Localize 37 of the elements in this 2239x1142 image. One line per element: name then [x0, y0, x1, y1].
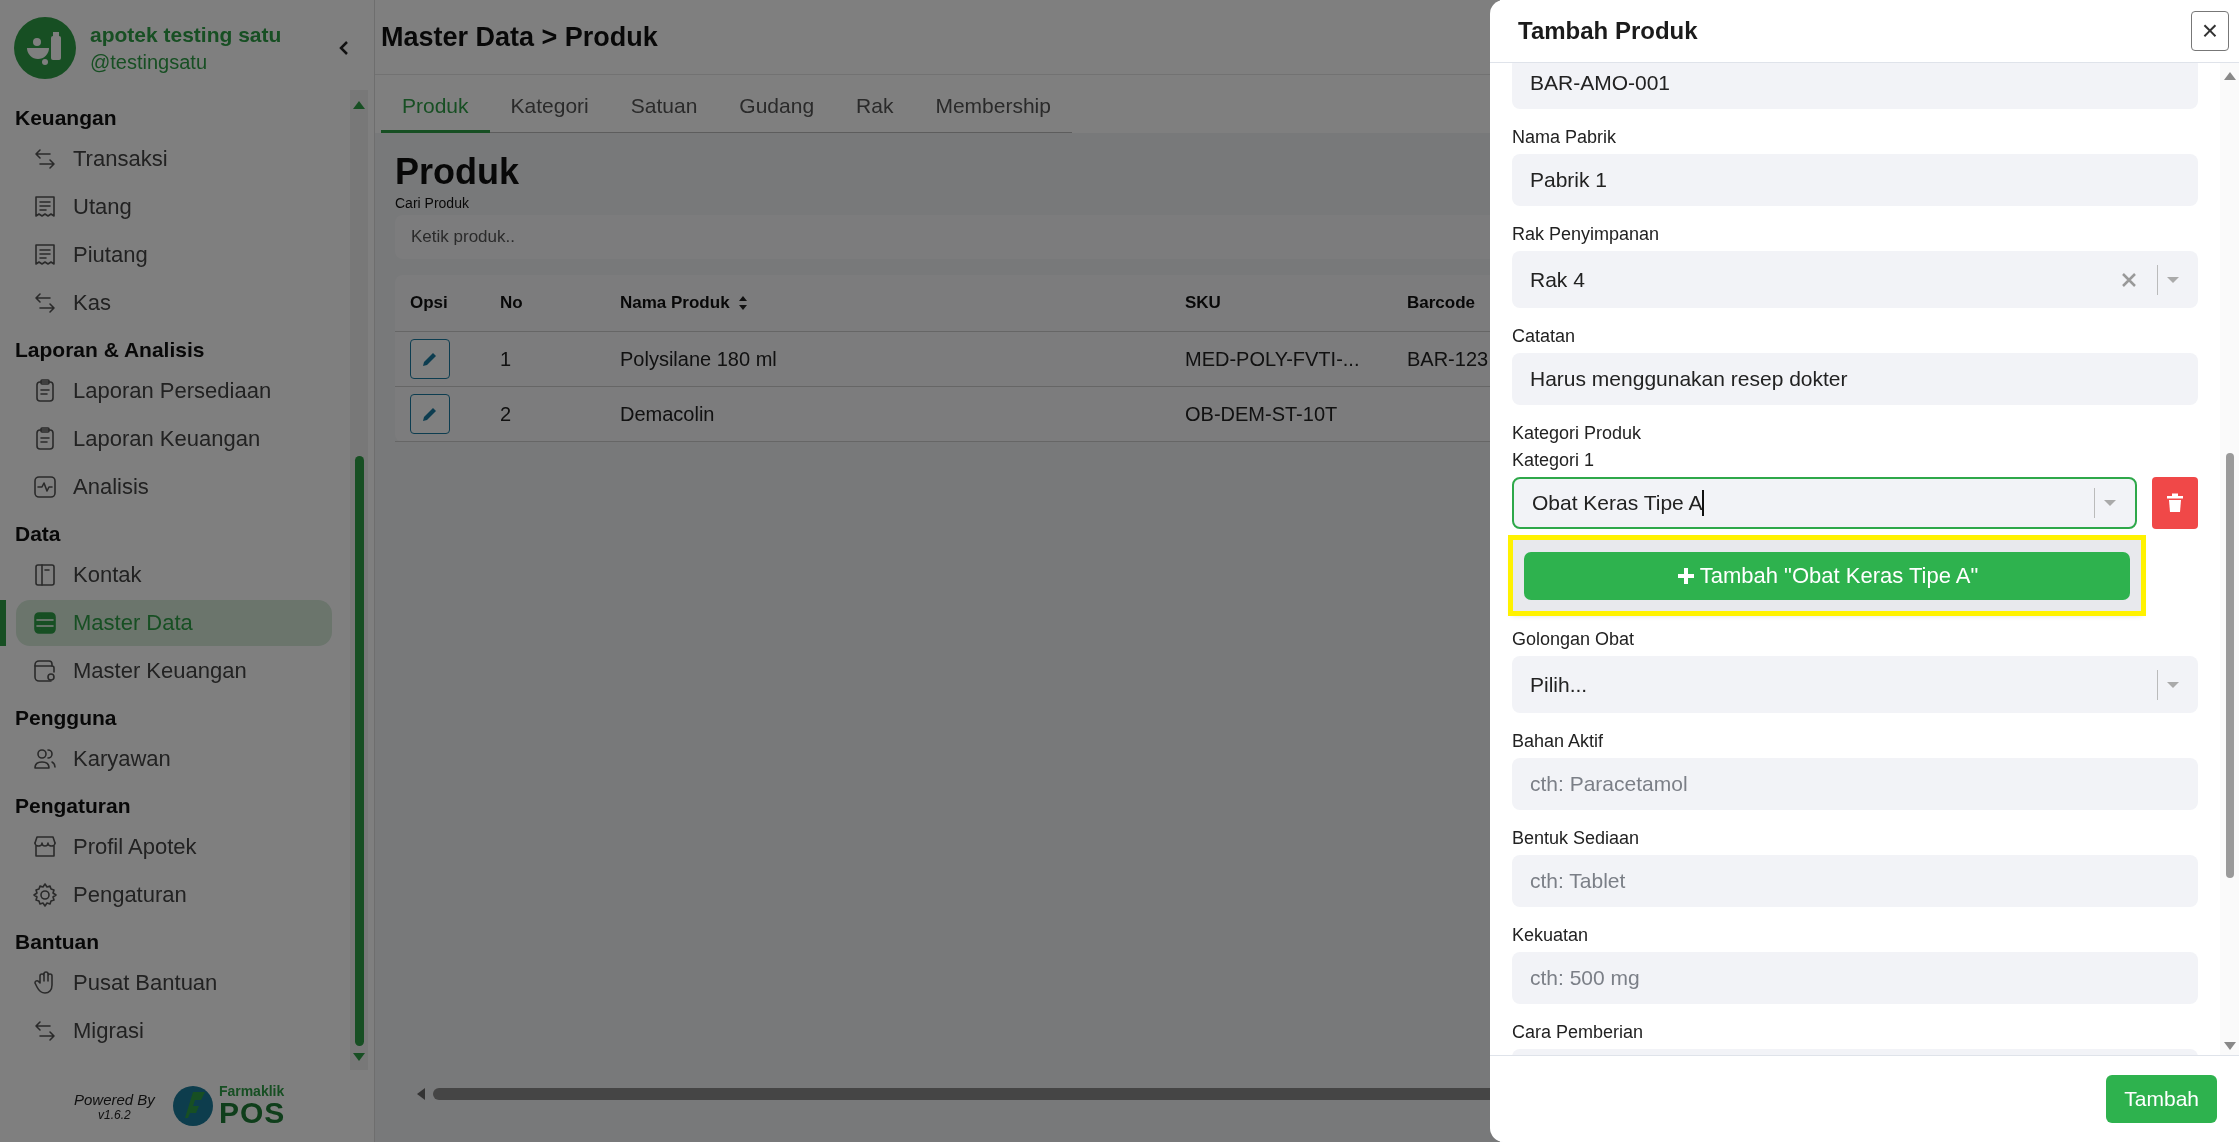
column-header: SKU	[1185, 293, 1221, 313]
field-label: Rak Penyimpanan	[1512, 224, 1661, 245]
table-cell: OB-DEM-ST-10T	[1185, 402, 1338, 425]
section-heading: Pengguna	[14, 705, 118, 731]
version-text: v1.6.2	[98, 1107, 131, 1122]
section-heading: Laporan & Analisis	[14, 337, 206, 363]
field-label: Kekuatan	[1512, 925, 1590, 946]
table-cell: Demacolin	[620, 402, 715, 425]
column-header: Opsi	[410, 293, 448, 313]
brand-name: Farmaklik	[218, 1084, 286, 1098]
page-title: Produk	[395, 151, 519, 193]
section-heading: Keuangan	[14, 105, 118, 131]
field-label: Bentuk Sediaan	[1512, 828, 1641, 849]
product-name: POS	[218, 1098, 286, 1128]
table-cell: MED-POLY-FVTI-...	[1185, 347, 1360, 370]
field-label: Catatan	[1512, 326, 1577, 347]
field-label: Bahan Aktif	[1512, 731, 1605, 752]
powered-by-text: Powered By	[74, 1090, 155, 1108]
pharmacy-handle: @testingsatu	[90, 50, 209, 74]
column-header: Barcode	[1407, 293, 1476, 313]
field-label: Cari Produk	[395, 195, 469, 211]
field-label: Nama Pabrik	[1512, 127, 1618, 148]
pharmacy-name: apotek testing satu	[90, 22, 282, 47]
column-header: No	[500, 293, 523, 313]
table-cell: Polysilane 180 ml	[620, 347, 777, 370]
section-heading: Bantuan	[14, 929, 100, 955]
field-label: Cara Pemberian	[1512, 1022, 1645, 1043]
field-label: Golongan Obat	[1512, 629, 1636, 650]
field-label: Kategori Produk	[1512, 423, 1643, 444]
table-cell: 1	[500, 347, 512, 370]
table-cell: BAR-123	[1407, 347, 1489, 370]
breadcrumb-title: Master Data > Produk	[381, 21, 658, 53]
modal-title: Tambah Produk	[1518, 17, 1698, 45]
table-cell: 2	[500, 402, 512, 425]
section-heading: Pengaturan	[14, 793, 132, 819]
section-heading: Data	[14, 521, 62, 547]
field-label: Kategori 1	[1512, 450, 1596, 471]
